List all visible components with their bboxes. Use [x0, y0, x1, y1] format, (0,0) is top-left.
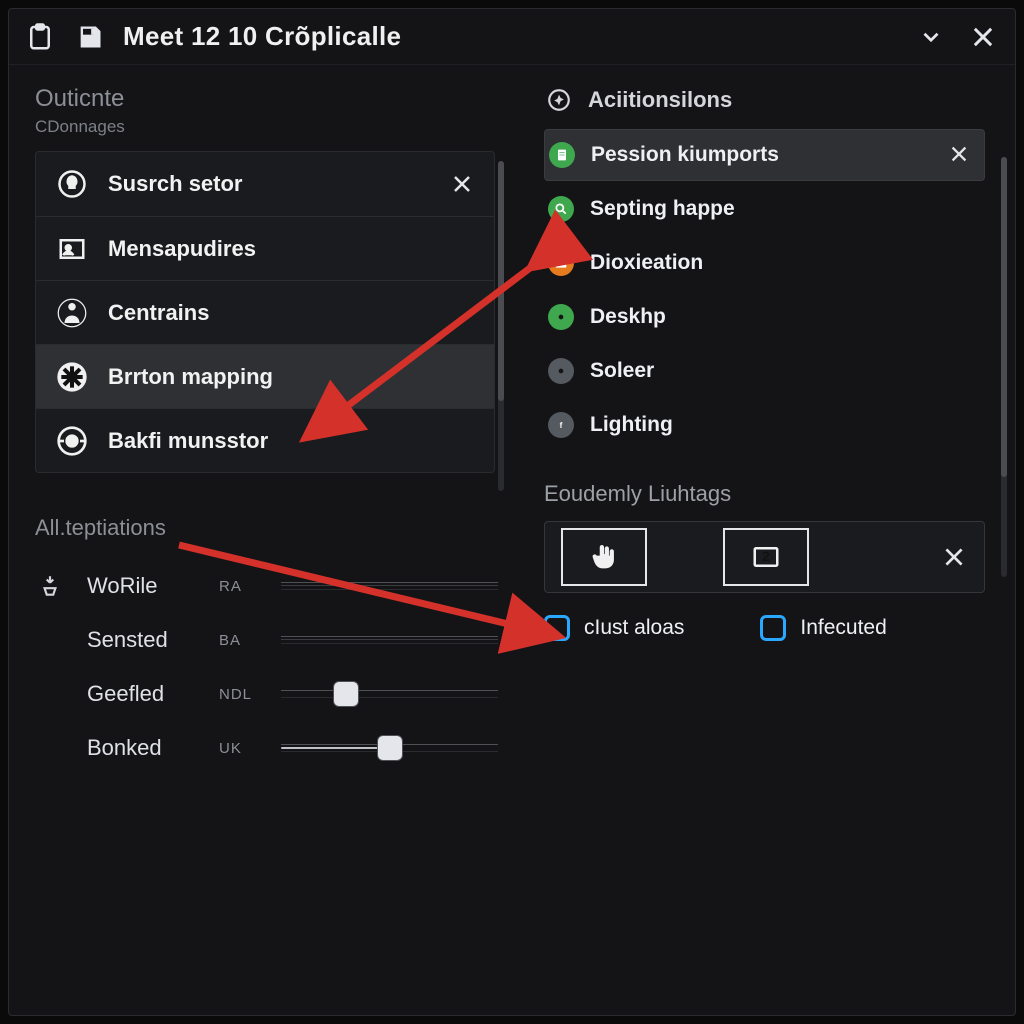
options-list: Pession kiumports Septing happe Dioxieatio… [544, 129, 985, 451]
right-header-label: Aciitionsilons [588, 87, 732, 113]
slider-track[interactable] [281, 744, 498, 752]
sliders-section-title: All.teptiations [35, 515, 498, 541]
sliders-group: WoRile RA Sensted BA Geefled NDL Bonked UK [35, 559, 498, 775]
slider-row-2: Geefled NDL [35, 667, 498, 721]
save-icon [73, 20, 107, 54]
option-item-5[interactable]: f Lighting [544, 399, 985, 451]
category-item-0[interactable]: Susrch setor [36, 152, 494, 216]
option-label: Septing happe [590, 197, 973, 221]
slider-label: Geefled [87, 681, 197, 707]
checkbox-1[interactable]: Infecuted [760, 615, 886, 641]
preview-option-image[interactable]: 2 [723, 528, 809, 586]
option-bullet-icon [548, 358, 574, 384]
slider-tag: UK [219, 740, 259, 757]
category-item-3[interactable]: Brrton mapping [36, 344, 494, 408]
lower-right-title: Eoudemly Liuhtags [544, 481, 985, 507]
left-section-title: Outicnte [35, 85, 498, 113]
option-item-0[interactable]: Pession kiumports [544, 129, 985, 181]
app-window: Meet 12 10 Crõplicalle Outicnte CDonnage… [8, 8, 1016, 1016]
option-bullet-icon [548, 250, 574, 276]
slider-label: Bonked [87, 735, 197, 761]
scrollbar[interactable] [498, 161, 504, 491]
slider-track[interactable] [281, 690, 498, 698]
option-label: Pession kiumports [591, 143, 932, 167]
slider-label: Sensted [87, 627, 197, 653]
category-item-label: Bakfi munsstor [108, 428, 476, 454]
left-pane: Outicnte CDonnages Susrch setor Mensapudi… [9, 65, 512, 1015]
slider-tag: RA [219, 578, 259, 595]
slider-icon [35, 573, 65, 599]
option-item-3[interactable]: Deskhp [544, 291, 985, 343]
user-card-icon [54, 231, 90, 267]
dial-icon [54, 423, 90, 459]
svg-text:f: f [560, 421, 563, 430]
person-icon [54, 295, 90, 331]
preview-option-hand[interactable] [561, 528, 647, 586]
category-item-label: Mensapudires [108, 236, 476, 262]
window-title: Meet 12 10 Crõplicalle [123, 21, 401, 52]
preview-bar: 2 [544, 521, 985, 593]
clipboard-icon [23, 20, 57, 54]
category-item-2[interactable]: Centrains [36, 280, 494, 344]
category-item-label: Susrch setor [108, 171, 430, 197]
option-bullet-icon [548, 304, 574, 330]
slider-row-1: Sensted BA [35, 613, 498, 667]
category-item-1[interactable]: Mensapudires [36, 216, 494, 280]
titlebar: Meet 12 10 Crõplicalle [9, 9, 1015, 65]
checkbox-label: cIust aloas [584, 616, 684, 640]
right-pane: Aciitionsilons Pession kiumports Septing … [512, 65, 1015, 1015]
option-label: Dioxieation [590, 251, 973, 275]
slider-track[interactable] [281, 582, 498, 590]
minimize-button[interactable] [913, 19, 949, 55]
option-label: Soleer [590, 359, 973, 383]
category-item-4[interactable]: Bakfi munsstor [36, 408, 494, 472]
option-label: Deskhp [590, 305, 973, 329]
category-list: Susrch setor Mensapudires Centrains Brrton … [35, 151, 495, 473]
checkbox-box [544, 615, 570, 641]
body: Outicnte CDonnages Susrch setor Mensapudi… [9, 65, 1015, 1015]
option-item-2[interactable]: Dioxieation [544, 237, 985, 289]
category-item-label: Brrton mapping [108, 364, 476, 390]
slider-row-3: Bonked UK [35, 721, 498, 775]
option-bullet-icon [549, 142, 575, 168]
slider-tag: BA [219, 632, 259, 649]
preview-close-button[interactable] [940, 543, 968, 571]
sparkle-icon [544, 85, 574, 115]
checkbox-0[interactable]: cIust aloas [544, 615, 684, 641]
slider-tag: NDL [219, 686, 259, 703]
close-icon[interactable] [948, 143, 972, 167]
asterisk-icon [54, 359, 90, 395]
slider-row-0: WoRile RA [35, 559, 498, 613]
left-section-subtitle: CDonnages [35, 117, 498, 137]
close-icon[interactable] [448, 170, 476, 198]
option-bullet-icon: f [548, 412, 574, 438]
category-item-label: Centrains [108, 300, 476, 326]
right-header: Aciitionsilons [544, 85, 985, 115]
checkbox-box [760, 615, 786, 641]
slider-label: WoRile [87, 573, 197, 599]
option-bullet-icon [548, 196, 574, 222]
svg-text:2: 2 [762, 549, 770, 564]
close-button[interactable] [965, 19, 1001, 55]
scrollbar[interactable] [1001, 157, 1007, 577]
bulb-icon [54, 166, 90, 202]
checkbox-row: cIust aloas Infecuted [544, 615, 985, 641]
slider-track[interactable] [281, 636, 498, 644]
option-label: Lighting [590, 413, 973, 437]
option-item-1[interactable]: Septing happe [544, 183, 985, 235]
option-item-4[interactable]: Soleer [544, 345, 985, 397]
checkbox-label: Infecuted [800, 616, 886, 640]
